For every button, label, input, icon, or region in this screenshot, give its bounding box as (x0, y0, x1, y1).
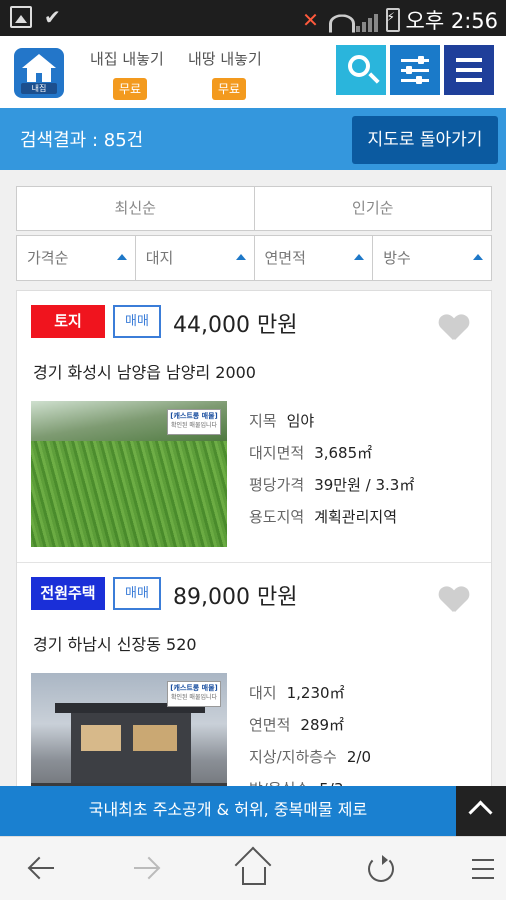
spec-value: 임야 (286, 412, 315, 430)
spec-label: 연면적 (249, 716, 291, 734)
deal-type-badge: 매매 (113, 305, 161, 338)
result-bar: 검색결과 : 85건 지도로 돌아가기 (0, 108, 506, 170)
spec-label: 지상/지하층수 (249, 748, 337, 766)
deal-type-badge: 매매 (113, 577, 161, 610)
mute-icon: ✕ (302, 8, 319, 32)
sort-land-filter[interactable]: 대지 (134, 236, 254, 280)
banner-text: 국내최초 주소공개 & 허위, 중복매물 제로 (88, 800, 368, 819)
back-to-map-button[interactable]: 지도로 돌아가기 (352, 116, 498, 164)
spec-value: 2/0 (346, 748, 371, 766)
spec-value: 39만원 / 3.3㎡ (314, 476, 415, 494)
check-icon: ✔ (44, 5, 61, 29)
list-land-link[interactable]: 내땅 내놓기 (188, 48, 262, 69)
status-bar: ✔ ✕ 오후 2:56 (0, 0, 506, 36)
forward-icon[interactable] (124, 847, 168, 891)
watermark-stamp: [캐스트롱 매물] 확인된 매물입니다 (167, 409, 221, 435)
favorite-heart-icon[interactable] (439, 587, 469, 614)
sort-rooms-label: 방수 (383, 249, 411, 267)
search-button[interactable] (336, 45, 386, 95)
home-icon[interactable] (230, 847, 274, 891)
sort-price-filter[interactable]: 가격순 (17, 236, 135, 280)
spec-value: 3,685㎡ (314, 444, 373, 462)
free-badge-house: 무료 (113, 78, 147, 100)
list-house-link[interactable]: 내집 내놓기 (90, 48, 164, 69)
favorite-heart-icon[interactable] (439, 315, 469, 342)
spec-label: 대지면적 (249, 444, 305, 462)
battery-charging-icon (385, 8, 400, 32)
listing-specs: 대지 1,230㎡ 연면적 289㎡ 지상/지하층수 2/0 방/욕실수 5/3 (249, 677, 371, 789)
listing-price: 44,000 만원 (173, 313, 298, 338)
sort-arrow-icon (473, 254, 483, 260)
clock: 오후 2:56 (405, 9, 498, 33)
sort-latest-tab[interactable]: 최신순 (17, 187, 254, 230)
sort-popular-tab[interactable]: 인기순 (253, 187, 492, 230)
app-header: 내집 내집 내놓기 무료 내땅 내놓기 무료 (0, 36, 506, 108)
search-icon (348, 55, 370, 77)
watermark-stamp: [캐스트롱 매물] 확인된 매물입니다 (167, 681, 221, 707)
sort-floor-area-filter[interactable]: 연면적 (253, 236, 373, 280)
listing-list: 토지 매매 44,000 만원 경기 화성시 남양읍 남양리 2000 [캐스트… (16, 290, 492, 790)
listing-specs: 지목 임야 대지면적 3,685㎡ 평당가격 39만원 / 3.3㎡ 용도지역 계획관리… (249, 405, 414, 533)
listing-address: 경기 화성시 남양읍 남양리 2000 (33, 363, 256, 382)
property-type-badge: 토지 (31, 305, 105, 338)
spec-label: 지목 (249, 412, 277, 430)
sort-land-label: 대지 (145, 249, 174, 267)
listing-card[interactable]: 토지 매매 44,000 만원 경기 화성시 남양읍 남양리 2000 [캐스트… (17, 291, 491, 563)
sort-rooms-filter[interactable]: 방수 (372, 236, 491, 280)
sort-floor-area-label: 연면적 (264, 249, 306, 267)
spec-value: 계획관리지역 (314, 508, 398, 526)
spec-value: 1,230㎡ (286, 684, 345, 702)
menu-button[interactable] (444, 45, 494, 95)
spec-value: 289㎡ (300, 716, 345, 734)
sort-arrow-icon (116, 254, 127, 260)
sort-price-label: 가격순 (27, 249, 69, 267)
listing-photo[interactable]: [캐스트롱 매물] 확인된 매물입니다 (31, 673, 227, 789)
browser-nav-bar (0, 836, 506, 900)
sort-arrow-icon (354, 254, 365, 260)
menu-icon[interactable] (462, 847, 506, 891)
listing-photo[interactable]: [캐스트롱 매물] 확인된 매물입니다 (31, 401, 227, 547)
sort-arrow-icon (235, 254, 246, 260)
sort-panel: 최신순 인기순 가격순 대지 연면적 방수 (16, 186, 492, 281)
signal-icon (355, 8, 380, 32)
scroll-top-icon[interactable] (456, 786, 506, 836)
wifi-icon (328, 8, 350, 32)
listing-address: 경기 하남시 신장동 520 (33, 635, 197, 654)
image-icon (10, 6, 32, 28)
listing-price: 89,000 만원 (173, 585, 298, 610)
free-badge-land: 무료 (212, 78, 246, 100)
property-type-badge: 전원주택 (31, 577, 105, 610)
filter-button[interactable] (390, 45, 440, 95)
spec-label: 대지 (249, 684, 277, 702)
promo-banner[interactable]: 국내최초 주소공개 & 허위, 중복매물 제로 (0, 786, 506, 836)
back-icon[interactable] (20, 847, 64, 891)
home-logo[interactable]: 내집 (14, 48, 64, 98)
listing-card[interactable]: 전원주택 매매 89,000 만원 경기 하남시 신장동 520 [캐스트롱 매… (17, 563, 491, 789)
logo-label: 내집 (21, 83, 57, 94)
reload-icon[interactable] (358, 847, 402, 891)
spec-label: 용도지역 (249, 508, 305, 526)
result-count: 검색결과 : 85건 (20, 130, 144, 151)
spec-label: 평당가격 (249, 476, 305, 494)
